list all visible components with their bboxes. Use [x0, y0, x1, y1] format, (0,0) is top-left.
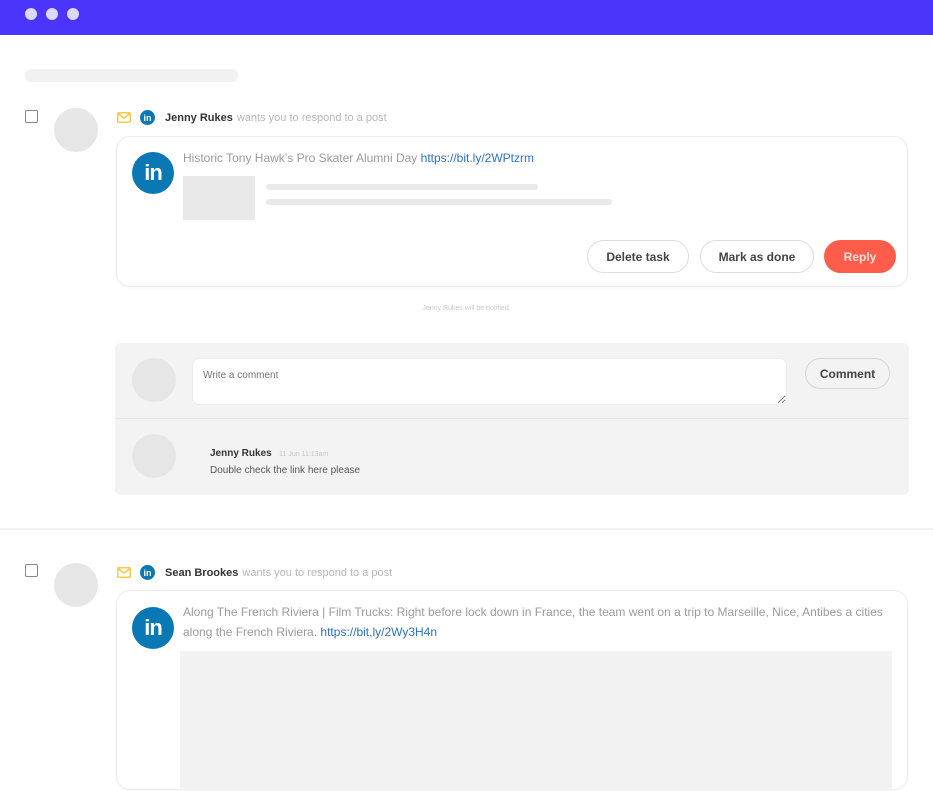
avatar — [54, 563, 98, 607]
mail-icon — [117, 112, 131, 123]
post-text: Along The French Riviera | Film Trucks: … — [183, 602, 898, 642]
comment-panel: Comment Jenny Rukes 11 Jun 11:13am Doubl… — [115, 343, 909, 495]
task-divider — [0, 528, 933, 530]
post-link[interactable]: https://bit,ly/2Wy3H4n — [320, 625, 437, 639]
comment-divider — [115, 418, 909, 419]
comment-author-avatar — [132, 434, 176, 478]
comment-content: Jenny Rukes 11 Jun 11:13am Double check … — [210, 443, 360, 476]
task-author[interactable]: Jenny Rukes — [165, 112, 233, 124]
linkedin-icon: in — [140, 110, 155, 125]
link-preview-line — [266, 199, 612, 205]
post-text: Historic Tony Hawk’s Pro Skater Alumni D… — [183, 148, 883, 168]
linkedin-icon: in — [132, 152, 174, 194]
linkedin-icon: in — [132, 607, 174, 649]
window-control-dot[interactable] — [25, 8, 37, 20]
avatar — [54, 108, 98, 152]
task-action-text: wants you to respond to a post — [236, 111, 387, 124]
post-text-body: Historic Tony Hawk’s Pro Skater Alumni D… — [183, 151, 418, 165]
window-control-dot[interactable] — [46, 8, 58, 20]
reply-button[interactable]: Reply — [824, 240, 896, 273]
mail-icon — [117, 567, 131, 578]
task-checkbox[interactable] — [25, 110, 38, 123]
current-user-avatar — [132, 358, 176, 402]
task-checkbox[interactable] — [25, 564, 38, 577]
media-placeholder — [180, 651, 892, 791]
window-control-dot[interactable] — [67, 8, 79, 20]
post-card: in Historic Tony Hawk’s Pro Skater Alumn… — [116, 136, 908, 287]
post-text-body: Along The French Riviera | Film Trucks: … — [183, 605, 883, 639]
window-title-bar — [0, 0, 933, 35]
loading-title-placeholder — [25, 69, 238, 82]
comment-body: Double check the link here please — [210, 465, 361, 476]
notification-hint: Jenny Rukes will be notified. — [422, 305, 511, 312]
delete-task-button[interactable]: Delete task — [587, 240, 689, 273]
comment-submit-button[interactable]: Comment — [805, 358, 890, 389]
post-link[interactable]: https://bit.ly/2WPtzrm — [421, 151, 534, 165]
link-preview-line — [266, 184, 538, 190]
task-header: in Sean Brookes wants you to respond to … — [117, 565, 392, 580]
task-author[interactable]: Sean Brookes — [165, 567, 238, 579]
task-action-text: wants you to respond to a post — [242, 566, 393, 579]
link-preview-thumbnail — [183, 176, 255, 220]
comment-input[interactable] — [192, 358, 787, 405]
linkedin-icon: in — [140, 565, 155, 580]
post-card: in Along The French Riviera | Film Truck… — [116, 590, 908, 791]
task-header: in Jenny Rukes wants you to respond to a… — [117, 110, 387, 125]
mark-as-done-button[interactable]: Mark as done — [700, 240, 814, 273]
comment-author: Jenny Rukes — [210, 448, 272, 459]
comment-timestamp: 11 Jun 11:13am — [279, 451, 329, 458]
